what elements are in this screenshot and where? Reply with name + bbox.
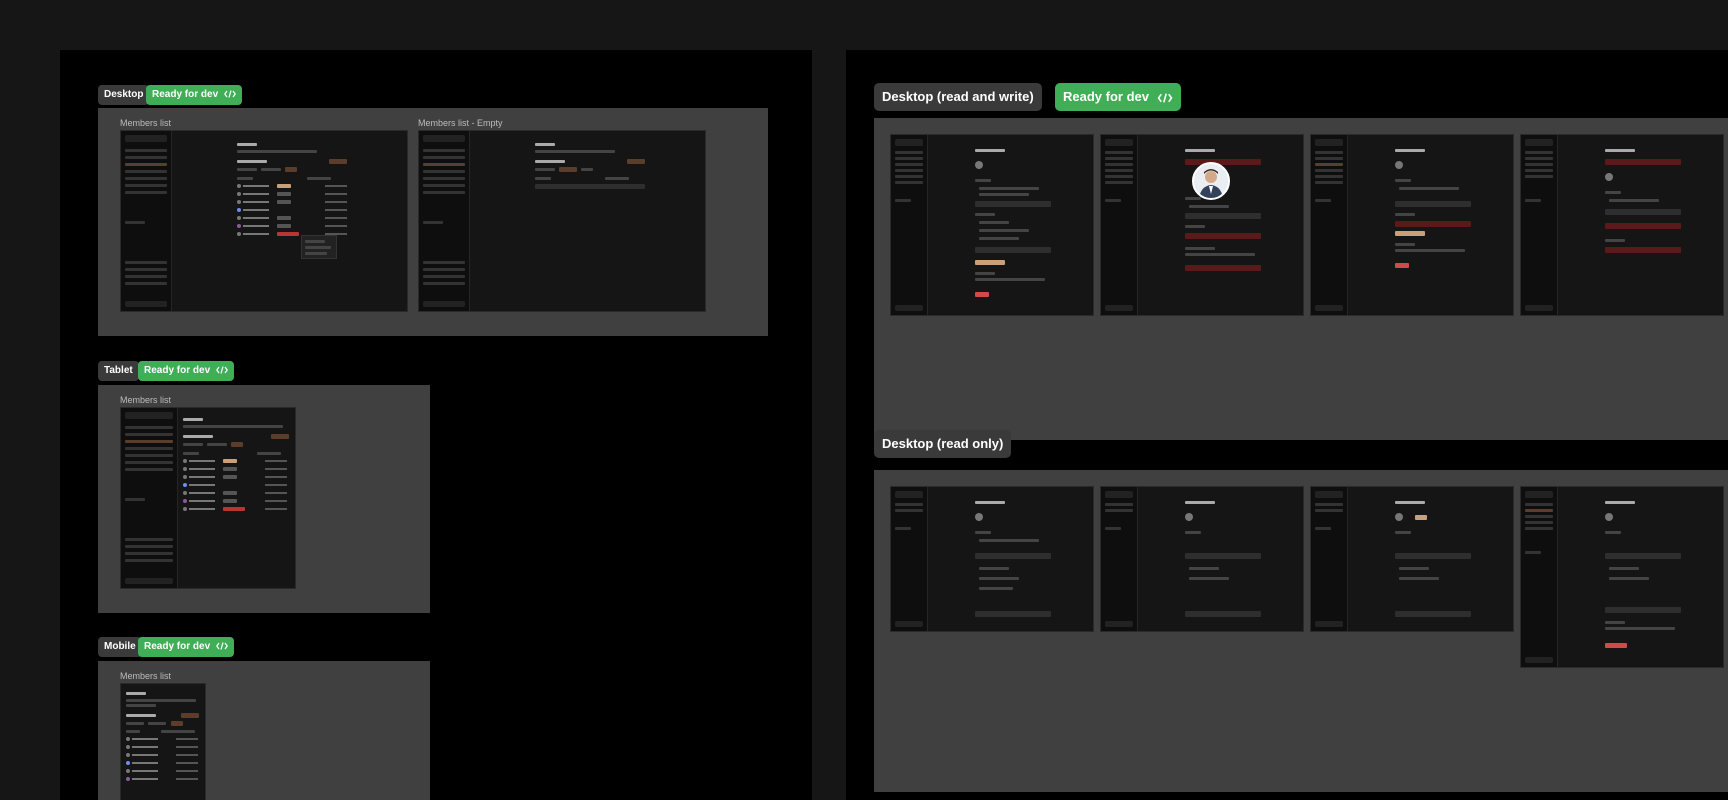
desktop-section-box: Members list Members list - Empty bbox=[98, 108, 768, 336]
tablet-section-box: Members list bbox=[98, 385, 430, 613]
ready-for-dev-label: Ready for dev bbox=[1063, 89, 1149, 104]
section-tag-mobile[interactable]: Mobile bbox=[98, 637, 142, 657]
frame-title: Members list bbox=[120, 395, 172, 405]
tablet-members-list-frame[interactable] bbox=[120, 407, 296, 589]
readonly-frame-4[interactable] bbox=[1520, 486, 1724, 668]
right-design-panel: Desktop (read and write) Ready for dev D… bbox=[846, 50, 1728, 800]
ready-for-dev-label: Ready for dev bbox=[144, 641, 211, 652]
frame-title: Members list bbox=[120, 118, 172, 128]
mobile-section-box: Members list bbox=[98, 661, 430, 800]
ready-for-dev-badge[interactable]: Ready for dev bbox=[138, 361, 234, 381]
mobile-members-list-frame[interactable] bbox=[120, 683, 206, 800]
ready-for-dev-label: Ready for dev bbox=[152, 89, 219, 100]
readonly-frame-3[interactable] bbox=[1310, 486, 1514, 632]
ready-for-dev-label: Ready for dev bbox=[144, 365, 211, 376]
profile-frame-2[interactable] bbox=[1100, 134, 1304, 316]
read-only-section-box bbox=[874, 470, 1728, 792]
code-brackets-icon bbox=[215, 642, 228, 651]
profile-frame-3[interactable] bbox=[1310, 134, 1514, 316]
ready-for-dev-badge[interactable]: Ready for dev bbox=[1055, 83, 1181, 111]
section-tag-read-and-write[interactable]: Desktop (read and write) bbox=[874, 83, 1042, 111]
frame-title: Members list bbox=[120, 671, 172, 681]
ready-for-dev-badge[interactable]: Ready for dev bbox=[138, 637, 234, 657]
members-list-frame[interactable] bbox=[120, 130, 408, 312]
left-design-panel: Desktop Ready for dev Members list Membe… bbox=[60, 50, 812, 800]
members-list-empty-frame[interactable] bbox=[418, 130, 706, 312]
profile-photo-avatar[interactable] bbox=[1192, 162, 1230, 200]
section-tag-tablet[interactable]: Tablet bbox=[98, 361, 139, 381]
section-tag-desktop[interactable]: Desktop bbox=[98, 85, 150, 105]
frame-title-empty: Members list - Empty bbox=[418, 118, 503, 128]
ready-for-dev-badge[interactable]: Ready for dev bbox=[146, 85, 242, 105]
read-write-section-box bbox=[874, 118, 1728, 440]
readonly-frame-1[interactable] bbox=[890, 486, 1094, 632]
profile-frame-4[interactable] bbox=[1520, 134, 1724, 316]
code-brackets-icon bbox=[1157, 92, 1173, 103]
profile-frame-1[interactable] bbox=[890, 134, 1094, 316]
section-tag-read-only[interactable]: Desktop (read only) bbox=[874, 430, 1012, 458]
readonly-frame-2[interactable] bbox=[1100, 486, 1304, 632]
code-brackets-icon bbox=[215, 366, 228, 375]
code-brackets-icon bbox=[223, 90, 236, 99]
